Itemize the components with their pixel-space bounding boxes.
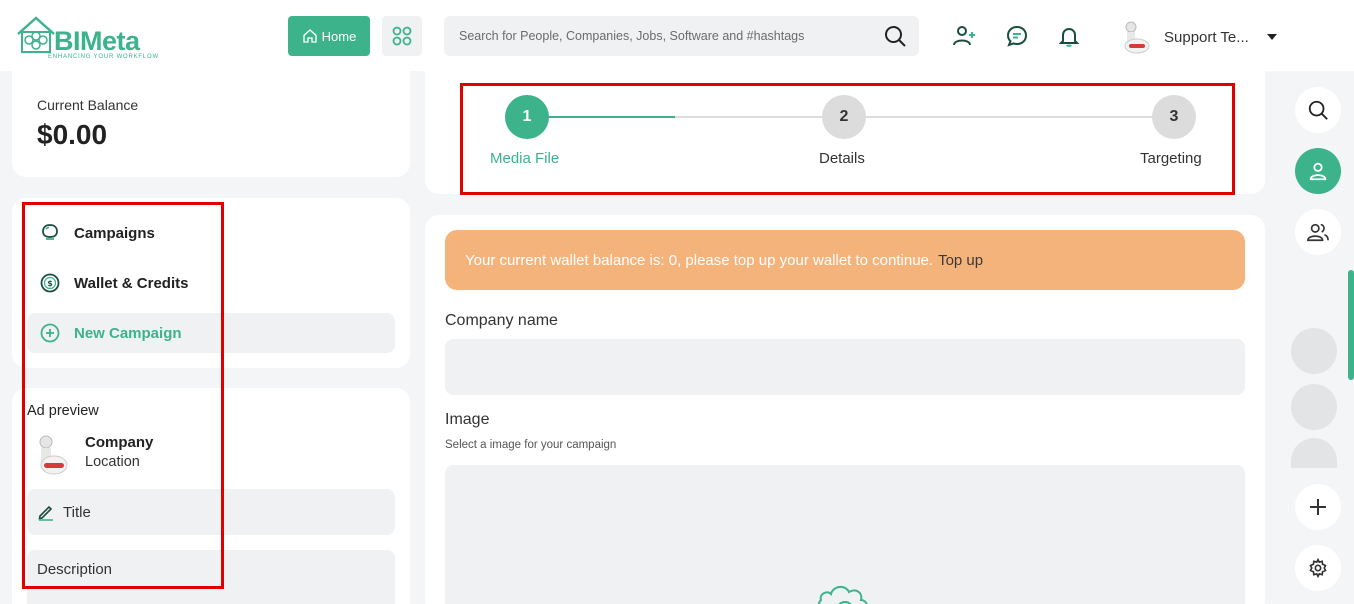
step-2-label: Details bbox=[819, 150, 865, 167]
preview-title-label: Title bbox=[63, 503, 91, 521]
plus-circle-icon bbox=[40, 323, 60, 343]
page-scrollbar[interactable] bbox=[1348, 270, 1354, 380]
search-input[interactable] bbox=[444, 16, 864, 56]
preview-description-label: Description bbox=[37, 561, 113, 578]
users-group-icon bbox=[1307, 223, 1329, 242]
menu-item-new-campaign[interactable]: New Campaign bbox=[27, 313, 395, 353]
home-icon bbox=[302, 29, 317, 43]
top-up-link[interactable]: Top up bbox=[938, 252, 983, 269]
step-remaining-line bbox=[675, 116, 1172, 118]
plus-icon bbox=[1310, 499, 1326, 515]
image-label: Image bbox=[445, 411, 490, 428]
logo-tagline: ENHANCING YOUR WORKFLOW bbox=[48, 54, 159, 60]
apps-grid-icon bbox=[392, 26, 412, 46]
logo-house-icon bbox=[17, 16, 55, 53]
balance-label: Current Balance bbox=[37, 97, 139, 113]
logo-wordmark: BIMeta bbox=[54, 26, 140, 56]
menu-item-label: Campaigns bbox=[74, 224, 155, 242]
preview-title-field[interactable]: Title bbox=[27, 489, 395, 535]
preview-description-field[interactable]: Description bbox=[27, 550, 395, 604]
search-bar[interactable] bbox=[444, 16, 919, 56]
company-name-input[interactable] bbox=[445, 339, 1245, 395]
menu-item-label: New Campaign bbox=[74, 324, 182, 342]
search-icon[interactable] bbox=[883, 24, 907, 48]
rail-settings-button[interactable] bbox=[1295, 545, 1341, 591]
rail-groups-button[interactable] bbox=[1295, 209, 1341, 255]
rail-add-button[interactable] bbox=[1295, 484, 1341, 530]
balance-value: $0.00 bbox=[37, 119, 108, 150]
step-3-label: Targeting bbox=[1140, 150, 1202, 167]
company-avatar bbox=[39, 435, 68, 475]
bimeta-logo[interactable]: BIMeta ENHANCING YOUR WORKFLOW bbox=[14, 12, 158, 62]
step-1-circle[interactable]: 1 bbox=[505, 95, 549, 139]
campaign-icon bbox=[42, 224, 58, 240]
ad-preview-card: Ad preview Company Location Title Descri… bbox=[12, 388, 410, 604]
rail-contact-avatar[interactable] bbox=[1291, 328, 1337, 374]
home-button[interactable]: Home bbox=[288, 16, 370, 56]
campaign-stepper: 1 2 3 Media File Details Targeting bbox=[425, 71, 1265, 194]
preview-company-name: Company bbox=[85, 434, 154, 451]
search-icon bbox=[1308, 100, 1328, 120]
ad-preview-title: Ad preview bbox=[27, 403, 99, 419]
alert-message: Your current wallet balance is: 0, pleas… bbox=[465, 251, 934, 269]
balance-card: Current Balance $0.00 bbox=[12, 71, 410, 177]
menu-item-wallet-credits[interactable]: $ Wallet & Credits bbox=[27, 263, 395, 303]
user-icon bbox=[1309, 162, 1327, 181]
step-3-circle[interactable]: 3 bbox=[1152, 95, 1196, 139]
svg-text:$: $ bbox=[47, 279, 53, 288]
menu-item-campaigns[interactable]: Campaigns bbox=[27, 213, 395, 253]
user-name: Support Te... bbox=[1164, 28, 1249, 46]
menu-item-label: Wallet & Credits bbox=[74, 274, 189, 292]
user-menu[interactable]: Support Te... bbox=[1118, 20, 1277, 54]
bell-icon[interactable] bbox=[1057, 24, 1081, 48]
home-button-label: Home bbox=[321, 28, 357, 44]
add-friend-icon[interactable] bbox=[952, 24, 976, 48]
cloud-upload-icon bbox=[818, 586, 868, 604]
ads-menu: Campaigns $ Wallet & Credits New Campaig… bbox=[12, 198, 410, 368]
user-avatar bbox=[1124, 21, 1150, 54]
step-progress-line bbox=[527, 116, 675, 118]
pencil-icon bbox=[38, 505, 53, 521]
chat-icon[interactable] bbox=[1005, 24, 1029, 48]
rail-search-button[interactable] bbox=[1295, 87, 1341, 133]
rail-contact-avatar[interactable] bbox=[1291, 438, 1337, 468]
wallet-warning-alert: Your current wallet balance is: 0, pleas… bbox=[445, 230, 1245, 290]
company-name-label: Company name bbox=[445, 312, 558, 329]
dollar-coin-icon: $ bbox=[40, 273, 60, 293]
step-1-label: Media File bbox=[490, 150, 560, 167]
apps-grid-button[interactable] bbox=[382, 16, 422, 56]
chevron-down-icon[interactable] bbox=[1266, 34, 1277, 40]
rail-contact-avatar[interactable] bbox=[1291, 384, 1337, 430]
rail-profile-button[interactable] bbox=[1295, 148, 1341, 194]
media-file-form: Your current wallet balance is: 0, pleas… bbox=[425, 215, 1265, 604]
image-dropzone[interactable] bbox=[445, 465, 1245, 604]
top-header: BIMeta ENHANCING YOUR WORKFLOW Home Supp… bbox=[0, 0, 1354, 71]
step-2-circle[interactable]: 2 bbox=[822, 95, 866, 139]
preview-location: Location bbox=[85, 454, 140, 470]
image-hint: Select a image for your campaign bbox=[445, 439, 617, 451]
gear-icon bbox=[1309, 558, 1327, 578]
